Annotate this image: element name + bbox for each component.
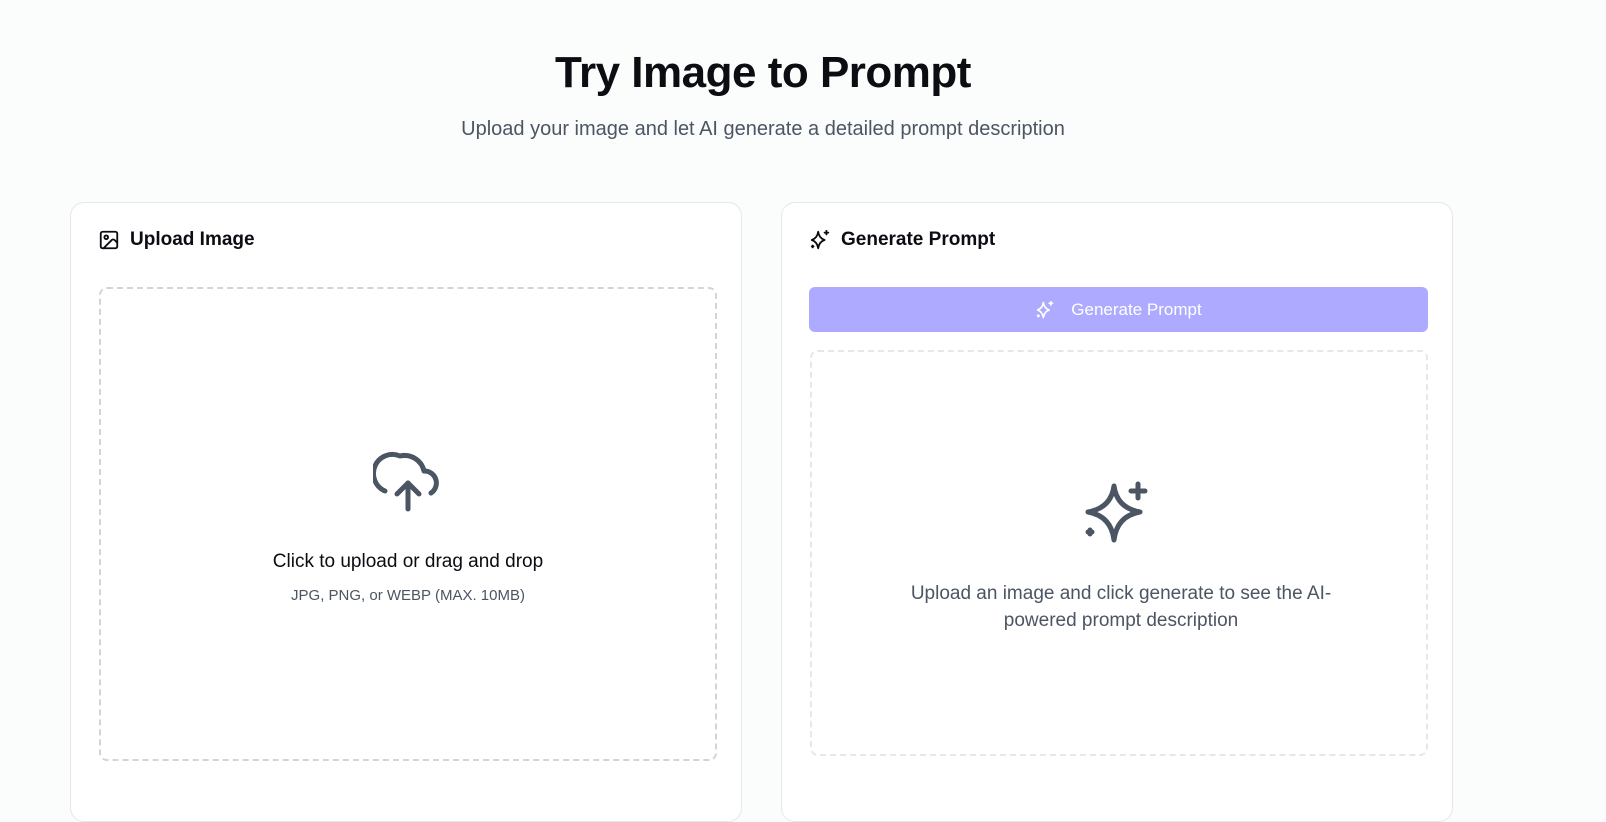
generate-card-header: Generate Prompt [809, 229, 995, 251]
page-title: Try Image to Prompt [555, 48, 971, 97]
dropzone-hint: JPG, PNG, or WEBP (MAX. 10MB) [291, 587, 525, 604]
prompt-result-area: Upload an image and click generate to se… [810, 350, 1428, 756]
sparkles-icon [1082, 478, 1152, 548]
cloud-upload-icon [370, 449, 443, 515]
upload-card: Upload Image Click to upload or drag and… [70, 202, 742, 822]
image-icon [98, 229, 120, 251]
sparkles-icon [809, 229, 831, 251]
upload-dropzone[interactable]: Click to upload or drag and drop JPG, PN… [99, 287, 717, 761]
result-placeholder-text: Upload an image and click generate to se… [910, 583, 1332, 631]
generate-button-label: Generate Prompt [1071, 299, 1202, 319]
upload-card-title: Upload Image [130, 229, 255, 250]
dropzone-title: Click to upload or drag and drop [272, 551, 544, 572]
sparkles-icon [1035, 300, 1055, 320]
page-subtitle: Upload your image and let AI generate a … [461, 118, 1065, 140]
generate-prompt-button[interactable]: Generate Prompt [809, 287, 1428, 332]
generate-card: Generate Prompt Generate Prompt Upload a [781, 202, 1453, 822]
generate-card-title: Generate Prompt [841, 229, 996, 250]
upload-card-header: Upload Image [98, 229, 255, 251]
